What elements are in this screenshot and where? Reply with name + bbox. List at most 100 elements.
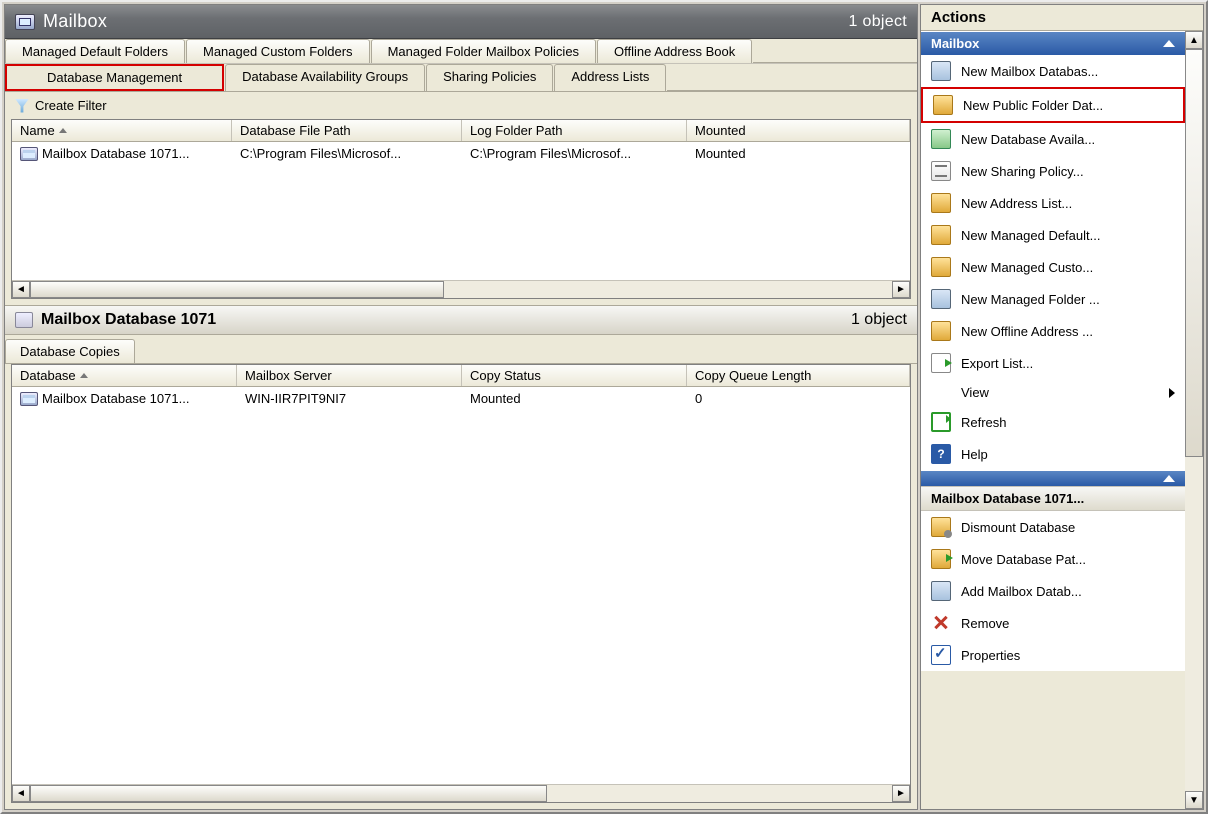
sort-asc-icon	[80, 373, 88, 378]
action-label: New Offline Address ...	[961, 324, 1093, 339]
table-row[interactable]: Mailbox Database 1071... C:\Program File…	[12, 142, 910, 165]
col-mounted[interactable]: Mounted	[687, 120, 910, 141]
folder-icon	[933, 95, 953, 115]
actions-section-collapse-bar[interactable]	[921, 470, 1185, 486]
action-label: New Mailbox Databas...	[961, 64, 1098, 79]
action-label: Export List...	[961, 356, 1033, 371]
action-label: Properties	[961, 648, 1020, 663]
action-refresh[interactable]: Refresh	[921, 406, 1185, 438]
action-export-list[interactable]: Export List...	[921, 347, 1185, 379]
addr-icon	[931, 193, 951, 213]
action-new-database-availa[interactable]: New Database Availa...	[921, 123, 1185, 155]
scroll-left-icon[interactable]: ◄	[12, 281, 30, 298]
create-filter-link[interactable]: Create Filter	[35, 98, 107, 113]
scroll-right-icon[interactable]: ►	[892, 785, 910, 802]
scroll-left-icon[interactable]: ◄	[12, 785, 30, 802]
main-pane: Mailbox 1 object Managed Default Folders…	[4, 4, 918, 810]
addr-icon	[931, 321, 951, 341]
col-copy-queue-length[interactable]: Copy Queue Length	[687, 365, 910, 386]
detail-title: Mailbox Database 1071	[41, 311, 216, 329]
hscrollbar-top[interactable]: ◄ ►	[12, 280, 910, 298]
tab-address-lists[interactable]: Address Lists	[554, 64, 666, 91]
scroll-thumb[interactable]	[30, 785, 547, 802]
filter-row: Create Filter	[5, 92, 917, 119]
actions-vscrollbar[interactable]: ▲ ▼	[1185, 31, 1203, 809]
collapse-icon[interactable]	[1163, 40, 1175, 47]
tab-offline-address-book[interactable]: Offline Address Book	[597, 39, 752, 63]
tab-sharing-policies[interactable]: Sharing Policies	[426, 64, 553, 91]
tab-database-availability-groups[interactable]: Database Availability Groups	[225, 64, 425, 91]
folder-icon	[931, 257, 951, 277]
action-new-address-list[interactable]: New Address List...	[921, 187, 1185, 219]
database-icon	[15, 312, 33, 328]
action-new-managed-custo[interactable]: New Managed Custo...	[921, 251, 1185, 283]
scroll-down-icon[interactable]: ▼	[1185, 791, 1203, 809]
db-icon	[931, 61, 951, 81]
actions-section-mailbox[interactable]: Mailbox	[921, 31, 1185, 55]
remove-icon	[931, 613, 951, 633]
action-new-mailbox-databas[interactable]: New Mailbox Databas...	[921, 55, 1185, 87]
databases-columns: Name Database File Path Log Folder Path …	[12, 120, 910, 142]
banner-title: Mailbox	[43, 11, 107, 32]
prop-icon	[931, 645, 951, 665]
actions-pane: Actions Mailbox New Mailbox Databas...Ne…	[920, 4, 1204, 810]
action-new-sharing-policy[interactable]: New Sharing Policy...	[921, 155, 1185, 187]
actions-section-db[interactable]: Mailbox Database 1071...	[921, 486, 1185, 511]
mailbox-icon	[15, 14, 35, 30]
policy-icon	[931, 161, 951, 181]
action-view[interactable]: View	[921, 379, 1185, 406]
detail-tabs: Database Copies	[5, 335, 917, 364]
action-new-public-folder-dat[interactable]: New Public Folder Dat...	[921, 87, 1185, 123]
action-add-mailbox-datab[interactable]: Add Mailbox Datab...	[921, 575, 1185, 607]
detail-banner: Mailbox Database 1071 1 object	[5, 305, 917, 335]
action-label: New Address List...	[961, 196, 1072, 211]
col-name[interactable]: Name	[12, 120, 232, 141]
action-label: View	[961, 385, 989, 400]
action-dismount-database[interactable]: Dismount Database	[921, 511, 1185, 543]
group-icon	[931, 129, 951, 149]
scroll-thumb[interactable]	[1185, 49, 1203, 457]
action-label: New Managed Default...	[961, 228, 1100, 243]
action-new-managed-folder[interactable]: New Managed Folder ...	[921, 283, 1185, 315]
sort-asc-icon	[59, 128, 67, 133]
col-log-folder-path[interactable]: Log Folder Path	[462, 120, 687, 141]
detail-count: 1 object	[851, 311, 907, 329]
action-label: New Database Availa...	[961, 132, 1095, 147]
action-label: New Sharing Policy...	[961, 164, 1084, 179]
action-label: New Managed Folder ...	[961, 292, 1100, 307]
action-remove[interactable]: Remove	[921, 607, 1185, 639]
hscrollbar-bottom[interactable]: ◄ ►	[12, 784, 910, 802]
col-database[interactable]: Database	[12, 365, 237, 386]
action-properties[interactable]: Properties	[921, 639, 1185, 671]
dismount-icon	[931, 517, 951, 537]
database-icon	[20, 147, 38, 161]
action-move-database-pat[interactable]: Move Database Pat...	[921, 543, 1185, 575]
tab-managed-folder-mailbox-policies[interactable]: Managed Folder Mailbox Policies	[371, 39, 596, 63]
tab-managed-custom-folders[interactable]: Managed Custom Folders	[186, 39, 370, 63]
col-db-file-path[interactable]: Database File Path	[232, 120, 462, 141]
action-new-offline-address[interactable]: New Offline Address ...	[921, 315, 1185, 347]
action-label: Add Mailbox Datab...	[961, 584, 1082, 599]
tab-managed-default-folders[interactable]: Managed Default Folders	[5, 39, 185, 63]
db-icon	[931, 581, 951, 601]
tab-database-management[interactable]: Database Management	[5, 64, 224, 91]
scroll-thumb[interactable]	[30, 281, 444, 298]
scroll-up-icon[interactable]: ▲	[1185, 31, 1203, 49]
refresh-icon	[931, 412, 951, 432]
tab-row-2: Database Management Database Availabilit…	[5, 64, 917, 92]
table-row[interactable]: Mailbox Database 1071... WIN-IIR7PIT9NI7…	[12, 387, 910, 410]
action-label: Move Database Pat...	[961, 552, 1086, 567]
scroll-right-icon[interactable]: ►	[892, 281, 910, 298]
help-icon: ?	[931, 444, 951, 464]
funnel-icon	[15, 99, 29, 113]
collapse-icon[interactable]	[1163, 475, 1175, 482]
move-icon	[931, 549, 951, 569]
tab-database-copies[interactable]: Database Copies	[5, 339, 135, 363]
copies-listview: Database Mailbox Server Copy Status Copy…	[11, 364, 911, 803]
action-label: Help	[961, 447, 988, 462]
col-mailbox-server[interactable]: Mailbox Server	[237, 365, 462, 386]
col-copy-status[interactable]: Copy Status	[462, 365, 687, 386]
action-new-managed-default[interactable]: New Managed Default...	[921, 219, 1185, 251]
databases-listview: Name Database File Path Log Folder Path …	[11, 119, 911, 299]
action-help[interactable]: ? Help	[921, 438, 1185, 470]
